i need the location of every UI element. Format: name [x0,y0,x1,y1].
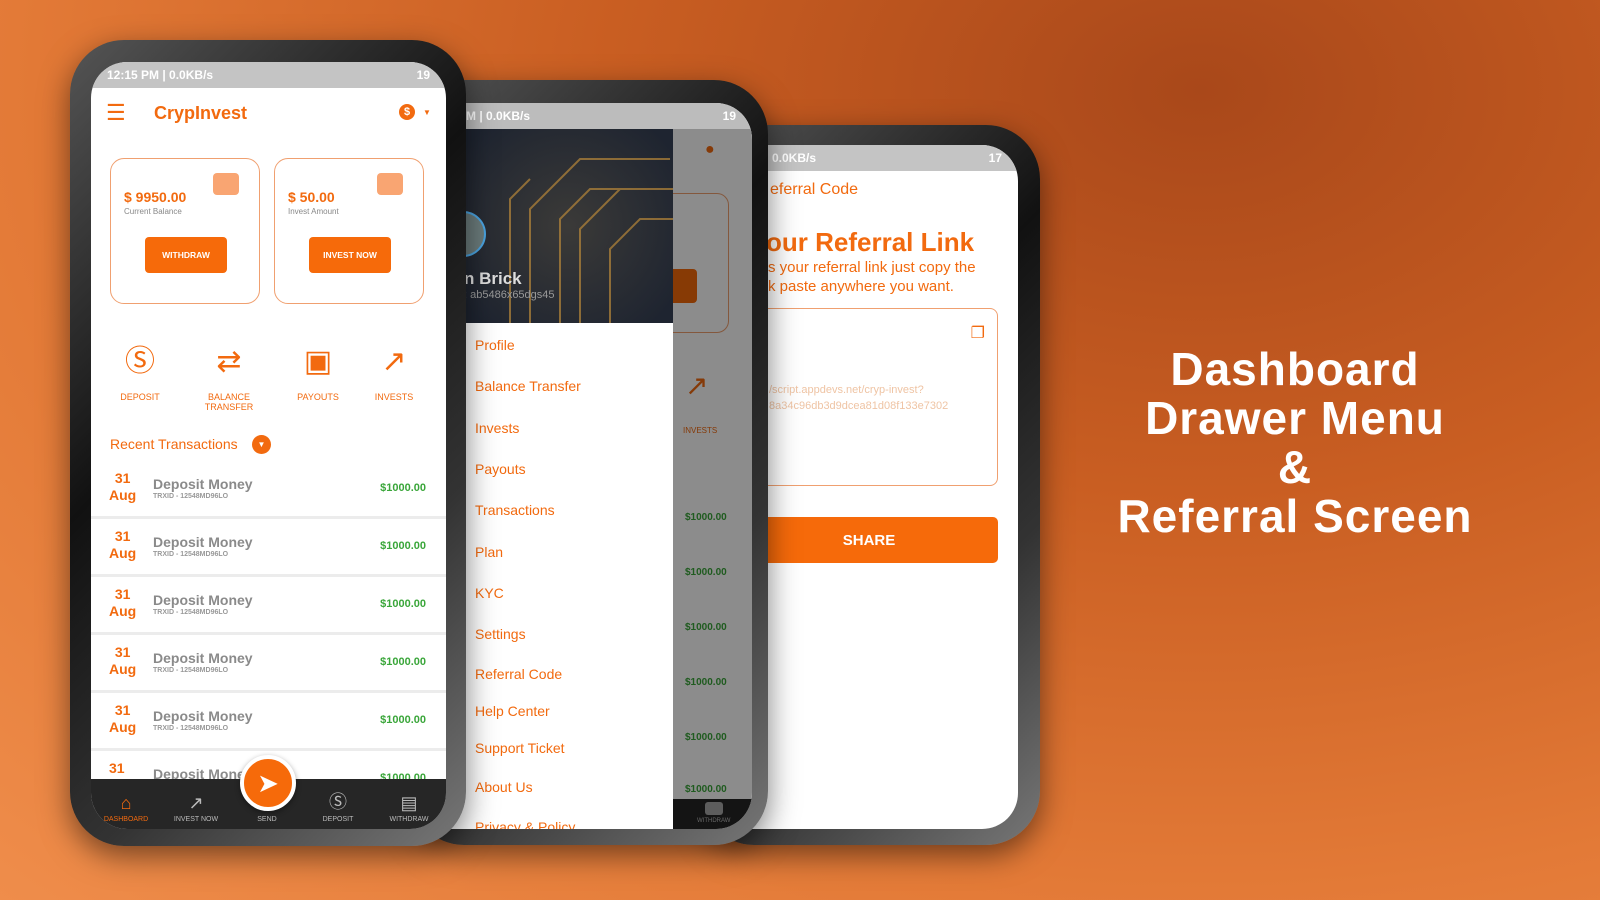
transaction-row[interactable]: 31 Aug Deposit Money TRXID - 12548MD96LO $10… [91,694,446,751]
invest-card: $ 50.00 Invest Amount INVEST NOW [274,158,424,304]
user-name: n Brick [464,269,522,288]
share-button[interactable]: SHARE [740,517,998,563]
quick-balance-transfer[interactable]: ⇄ BALANCE TRANSFER [184,342,274,412]
wallet-icon: ▤ [400,793,418,813]
app-title: CrypInvest [154,103,248,123]
home-icon: ⌂ [120,793,132,813]
menu-kyc[interactable]: KYC [475,585,504,601]
menu-plan[interactable]: Plan [475,544,503,560]
menu-about-us[interactable]: About Us [475,779,533,795]
paper-plane-icon: ➤ [257,768,279,798]
menu-support-ticket[interactable]: Support Ticket [475,740,565,756]
dashboard-screen: 12:15 PM | 0.0KB/s 19 ☰ CrypInvest $ ▼ $ … [91,62,446,829]
copy-icon[interactable]: ❐ [971,323,985,343]
invest-now-button[interactable]: INVEST NOW [309,237,391,273]
trend-up-icon: ↗ [381,345,407,378]
menu-payouts[interactable]: Payouts [475,461,526,477]
menu-privacy-policy[interactable]: Privacy & Policy [475,819,575,829]
headline: Dashboard Drawer Menu & Referral Screen [1117,343,1473,542]
send-fab[interactable]: ➤ [240,755,296,811]
menu-referral-code[interactable]: Referral Code [475,666,562,682]
dollar-icon: Ⓢ [329,792,347,812]
dollar-icon: $ [399,104,415,120]
menu-help-center[interactable]: Help Center [475,703,550,719]
withdraw-button[interactable]: WITHDRAW [145,237,227,273]
menu-transactions[interactable]: Transactions [475,502,555,518]
balance-card: $ 9950.00 Current Balance WITHDRAW [110,158,260,304]
nav-send[interactable]: SEND [232,816,302,823]
nav-deposit[interactable]: Ⓢ DEPOSIT [303,788,373,823]
wallet-icon [213,173,239,195]
nav-dashboard[interactable]: ⌂ DASHBOARD [91,793,161,823]
battery-icon: 17 [988,151,1002,165]
battery-icon: 19 [416,68,430,82]
menu-settings[interactable]: Settings [475,626,526,642]
dollar-plus-icon: Ⓢ [125,345,155,378]
referral-heading: our Referral Link [766,227,975,257]
transfer-arrows-icon: ⇄ [216,345,242,378]
transaction-row[interactable]: 31 Aug Deposit Money TRXID - 12548MD96LO $10… [91,636,446,693]
menu-icon[interactable]: ☰ [106,100,126,126]
battery-icon: 19 [722,109,736,123]
menu-profile[interactable]: Profile [475,337,515,353]
recent-transactions-title: Recent Transactions [110,436,238,452]
user-id: : ab5486x65dgs45 [464,289,555,301]
page-title: eferral Code [770,181,859,198]
transaction-row[interactable]: 31 Aug Deposit Money TRXID - 12548MD96LO $10… [91,462,446,519]
transaction-row[interactable]: 31 Aug Deposit Money TRXID - 12548MD96LO $10… [91,578,446,635]
currency-selector[interactable]: $ ▼ [399,104,431,120]
menu-invests[interactable]: Invests [475,420,519,436]
transaction-row[interactable]: 31 Aug Deposit Money TRXID - 12548MD96LO $10… [91,520,446,577]
scrim[interactable] [673,129,752,829]
trend-up-icon: ↗ [188,793,204,813]
referral-link-box[interactable]: ❐ /script.appdevs.net/cryp-invest? 8a34c… [740,308,998,486]
expand-transactions-button[interactable]: ▼ [252,435,271,454]
quick-invests[interactable]: ↗ INVESTS [349,342,439,402]
nav-withdraw[interactable]: ▤ WITHDRAW [374,793,444,823]
menu-balance-transfer[interactable]: Balance Transfer [475,378,581,394]
caret-down-icon: ▼ [423,107,431,117]
wallet-icon [377,173,403,195]
quick-deposit[interactable]: Ⓢ DEPOSIT [95,342,185,402]
nav-invest-now[interactable]: ↗ INVEST NOW [161,793,231,823]
